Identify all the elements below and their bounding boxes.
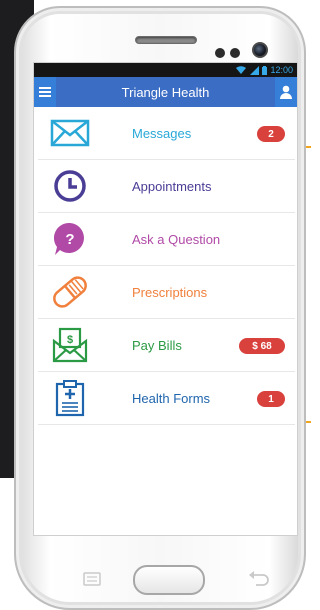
menu-list: Messages 2 Appointments ? Ask a Question… (34, 107, 297, 425)
person-icon (280, 85, 292, 99)
back-key-icon[interactable] (248, 570, 270, 586)
app-title: Triangle Health (121, 84, 210, 100)
menu-item-label: Messages (132, 125, 192, 141)
menu-key-icon[interactable] (82, 572, 102, 586)
hamburger-icon (39, 87, 51, 97)
menu-item-appointments[interactable]: Appointments (38, 160, 295, 213)
home-button[interactable] (133, 565, 205, 595)
menu-item-prescriptions[interactable]: Prescriptions (38, 266, 295, 319)
status-time: 12:00 (270, 65, 293, 75)
envelope-icon (48, 113, 92, 153)
svg-text:$: $ (67, 334, 73, 346)
clipboard-icon (48, 378, 92, 418)
battery-icon (262, 65, 268, 75)
menu-item-messages[interactable]: Messages 2 (38, 107, 295, 160)
wifi-icon (236, 65, 247, 74)
front-camera (252, 42, 268, 58)
menu-item-label: Prescriptions (132, 284, 208, 300)
clock-icon (48, 166, 92, 206)
svg-text:?: ? (65, 231, 74, 248)
menu-item-health-forms[interactable]: Health Forms 1 (38, 372, 295, 425)
light-sensor (230, 48, 240, 58)
menu-item-label: Health Forms (132, 390, 211, 406)
menu-item-label: Pay Bills (132, 337, 182, 353)
pill-icon (48, 272, 92, 312)
bills-amount-badge: $ 68 (239, 338, 285, 354)
messages-count-badge: 2 (257, 126, 285, 142)
phone-screen: 12:00 Triangle Health Messages 2 Appoint… (33, 62, 298, 536)
earpiece-speaker (135, 36, 197, 44)
signal-icon (250, 65, 260, 75)
profile-button[interactable] (275, 77, 297, 107)
money-envelope-icon: $ (48, 325, 92, 365)
menu-item-label: Appointments (132, 178, 212, 194)
menu-item-ask-question[interactable]: ? Ask a Question (38, 213, 295, 266)
menu-item-pay-bills[interactable]: $ Pay Bills $ 68 (38, 319, 295, 372)
menu-item-label: Ask a Question (132, 231, 221, 247)
app-bar: Triangle Health (34, 77, 297, 107)
forms-count-badge: 1 (257, 391, 285, 407)
question-bubble-icon: ? (48, 219, 92, 259)
status-bar: 12:00 (34, 63, 297, 77)
menu-button[interactable] (34, 77, 56, 107)
proximity-sensor (215, 48, 225, 58)
